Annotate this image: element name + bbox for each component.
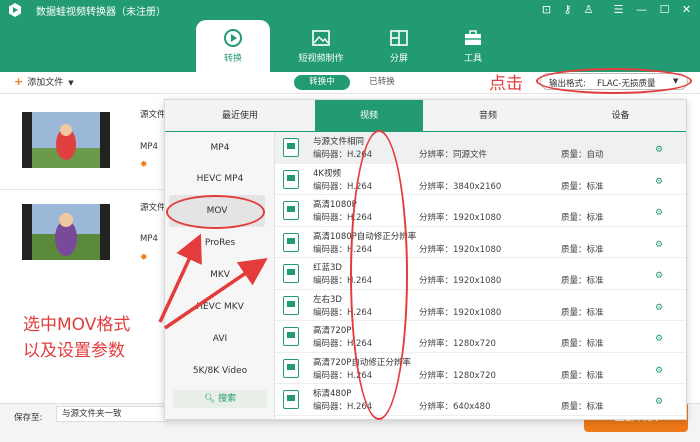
annotation-arrows — [158, 233, 268, 330]
